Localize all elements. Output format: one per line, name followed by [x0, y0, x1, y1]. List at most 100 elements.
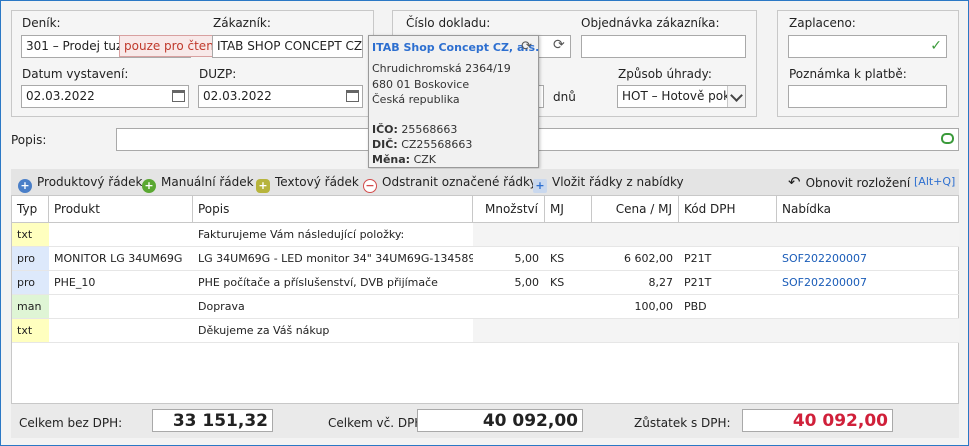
col-mnozstvi-header[interactable]: Množství [473, 196, 545, 223]
cislo-dokladu-label: Číslo dokladu: [406, 16, 491, 30]
comment-icon[interactable] [941, 133, 954, 144]
col-mnozstvi-cell: 5,00 [473, 271, 545, 295]
zpusob-uhrady-label: Způsob úhrady: [618, 67, 712, 81]
zaplaceno-label: Zaplaceno: [789, 16, 856, 30]
col-mj-cell: KS [545, 247, 592, 271]
datum-vystaveni-value: 02.03.2022 [26, 89, 95, 103]
reset-layout-button[interactable]: ↶ Obnovit rozložení [788, 173, 910, 191]
col-typ-cell: pro [12, 247, 49, 271]
col-produkt-cell [49, 295, 193, 319]
col-popis-cell: Doprava [193, 295, 473, 319]
popis-label: Popis: [11, 133, 47, 147]
mena-value: CZK [413, 153, 436, 166]
col-popis-cell: PHE počítače a příslušenství, DVB přijím… [193, 271, 473, 295]
plus-icon: + [142, 179, 156, 193]
refresh-icon[interactable]: ⟳ [553, 36, 565, 56]
chevron-down-icon[interactable] [727, 86, 745, 107]
customer-mena: Měna: CZK [372, 153, 436, 166]
cislo-dokladu-field[interactable]: ⟳ [538, 35, 571, 58]
col-typ-header[interactable]: Typ [12, 196, 49, 223]
add-manual-row-button[interactable]: + Manuální řádek [142, 173, 254, 193]
calendar-icon[interactable] [346, 90, 359, 102]
col-popis-cell: Fakturujeme Vám následující položky: [193, 223, 473, 247]
customer-street: Chrudichromská 2364/19 [372, 62, 511, 75]
duzp-value: 02.03.2022 [203, 89, 272, 103]
zakaznik-field[interactable]: ITAB SHOP CONCEPT CZ – [212, 35, 363, 58]
add-product-row-button[interactable]: + Produktový řádek [18, 173, 143, 193]
calendar-icon[interactable] [172, 90, 185, 102]
col-popis-cell: LG 34UM69G - LED monitor 34" 34UM69G-134… [193, 247, 473, 271]
objednavka-label: Objednávka zákazníka: [581, 16, 720, 30]
customer-name[interactable]: ITAB Shop Concept CZ, a.s. [372, 41, 539, 54]
reset-layout-label: Obnovit rozložení [805, 176, 911, 190]
col-mnozstvi-cell [473, 223, 545, 247]
col-kod-dph-cell: P21T [679, 247, 777, 271]
col-mnozstvi-cell [473, 319, 545, 343]
col-produkt-cell: PHE_10 [49, 271, 193, 295]
zaplaceno-field[interactable]: ✓ [788, 35, 947, 58]
col-kod-dph-cell [679, 319, 777, 343]
col-typ-cell: man [12, 295, 49, 319]
total-net-value: 33 151,32 [152, 409, 273, 432]
col-kod-dph-cell: P21T [679, 271, 777, 295]
shortcut-hint: [Alt+Q] [914, 175, 956, 188]
col-cena-cell: 100,00 [592, 295, 679, 319]
plus-icon: + [18, 179, 32, 193]
insert-from-offer-button[interactable]: + Vložit řádky z nabídky [533, 173, 684, 193]
datum-vystaveni-field[interactable]: 02.03.2022 [21, 85, 189, 108]
col-typ-cell: pro [12, 271, 49, 295]
duzp-field[interactable]: 02.03.2022 [198, 85, 363, 108]
items-grid: Typ Produkt Popis Množství MJ Cena / MJ Kód DP… [11, 195, 959, 404]
add-text-row-button[interactable]: + Textový řádek [256, 173, 359, 193]
total-gross-label: Celkem vč. DPH: [328, 416, 428, 430]
remove-rows-label: Odstranit označené řádky [382, 175, 537, 189]
poznamka-field[interactable] [788, 85, 947, 108]
total-net-label: Celkem bez DPH: [19, 416, 123, 430]
ico-value: 25568663 [401, 123, 458, 136]
col-mj-cell [545, 319, 592, 343]
col-nabidka-cell [777, 295, 959, 319]
col-mnozstvi-cell [473, 295, 545, 319]
remove-rows-button[interactable]: − Odstranit označené řádky [363, 173, 537, 193]
customer-info-popup: ITAB Shop Concept CZ, a.s. ⟳ Chrudichrom… [368, 35, 539, 168]
checkmark-icon[interactable]: ✓ [930, 36, 942, 57]
readonly-tooltip: pouze pro čtení [119, 35, 223, 57]
zpusob-uhrady-select[interactable]: HOT – Hotově pokla [617, 85, 746, 108]
col-mj-cell: KS [545, 271, 592, 295]
mena-label: Měna: [372, 153, 411, 166]
customer-dic: DIČ: CZ25568663 [372, 138, 472, 151]
minus-icon: − [363, 179, 377, 193]
add-manual-row-label: Manuální řádek [161, 175, 254, 189]
totals-footer: Celkem bez DPH: 33 151,32 Celkem vč. DPH… [11, 404, 959, 438]
col-kod-dph-header[interactable]: Kód DPH [679, 196, 777, 223]
col-kod-dph-cell [679, 223, 777, 247]
col-nabidka-header[interactable]: Nabídka [777, 196, 959, 223]
col-typ-cell: txt [12, 223, 49, 247]
dic-label: DIČ: [372, 138, 398, 151]
balance-value: 40 092,00 [742, 409, 893, 432]
add-text-row-label: Textový řádek [275, 175, 359, 189]
col-nabidka-cell[interactable]: SOF202200007 [777, 247, 959, 271]
col-cena-header[interactable]: Cena / MJ [592, 196, 679, 223]
document-plus-icon: + [533, 179, 547, 193]
col-cena-cell: 6 602,00 [592, 247, 679, 271]
denik-label: Deník: [22, 16, 61, 30]
dnu-label: dnů [553, 90, 576, 104]
col-nabidka-cell[interactable]: SOF202200007 [777, 271, 959, 295]
items-toolbar: + Produktový řádek + Manuální řádek + Texto… [11, 169, 959, 195]
add-product-row-label: Produktový řádek [37, 175, 143, 189]
undo-icon: ↶ [788, 173, 801, 191]
col-mj-cell [545, 223, 592, 247]
zpusob-uhrady-value: HOT – Hotově pokla [622, 89, 741, 103]
refresh-icon[interactable]: ⟳ [521, 39, 532, 54]
ico-label: IČO: [372, 123, 398, 136]
customer-country: Česká republika [372, 93, 460, 106]
col-mj-header[interactable]: MJ [545, 196, 592, 223]
col-popis-cell: Děkujeme za Váš nákup [193, 319, 473, 343]
col-popis-header[interactable]: Popis [193, 196, 473, 223]
objednavka-field[interactable] [581, 35, 746, 58]
col-kod-dph-cell: PBD [679, 295, 777, 319]
col-nabidka-cell [777, 319, 959, 343]
col-produkt-header[interactable]: Produkt [49, 196, 193, 223]
poznamka-label: Poznámka k platbě: [789, 67, 907, 81]
